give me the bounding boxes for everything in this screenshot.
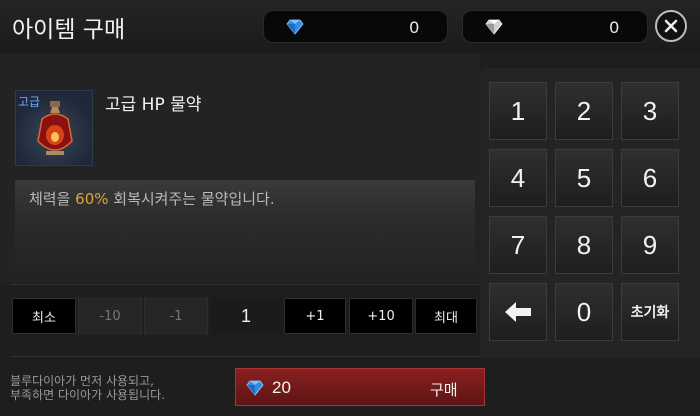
payment-note-line-1: 블루다이아가 먼저 사용되고, xyxy=(10,374,154,388)
buy-label: 구매 xyxy=(430,381,458,399)
keypad-key-2[interactable]: 2 xyxy=(555,82,613,140)
payment-note-line-2: 부족하면 다이아가 사용됩니다. xyxy=(10,388,165,402)
keypad-key-4[interactable]: 4 xyxy=(489,149,547,207)
buy-button[interactable]: 20 구매 xyxy=(235,368,485,406)
close-icon xyxy=(664,19,678,33)
divider xyxy=(10,356,480,357)
plus-10-button[interactable]: +10 xyxy=(349,298,413,334)
window-title: 아이템 구매 xyxy=(12,17,126,43)
quantity-value[interactable]: 1 xyxy=(210,298,282,334)
blue-diamond-icon xyxy=(286,19,304,35)
keypad-key-5[interactable]: 5 xyxy=(555,149,613,207)
description-suffix: 회복시켜주는 물약입니다. xyxy=(108,190,275,208)
divider xyxy=(10,284,480,285)
keypad-key-0[interactable]: 0 xyxy=(555,283,613,341)
white-diamond-icon xyxy=(485,19,503,35)
max-quantity-button[interactable]: 최대 xyxy=(415,298,477,334)
minus-1-button[interactable]: -1 xyxy=(144,298,208,334)
keypad-key-9[interactable]: 9 xyxy=(621,216,679,274)
header-bar: 아이템 구매 0 0 xyxy=(0,0,700,53)
keypad-key-6[interactable]: 6 xyxy=(621,149,679,207)
diamond-balance: 0 xyxy=(462,10,648,43)
keypad-key-8[interactable]: 8 xyxy=(555,216,613,274)
payment-note: 블루다이아가 먼저 사용되고, 부족하면 다이아가 사용됩니다. xyxy=(10,374,165,402)
plus-1-button[interactable]: +1 xyxy=(284,298,346,334)
item-description: 체력을 60% 회복시켜주는 물약입니다. xyxy=(29,188,275,209)
description-prefix: 체력을 xyxy=(29,190,76,208)
item-description-box: 체력을 60% 회복시켜주는 물약입니다. xyxy=(15,180,475,270)
minus-10-button[interactable]: -10 xyxy=(78,298,142,334)
blue-diamond-icon xyxy=(246,380,264,396)
keypad-key-3[interactable]: 3 xyxy=(621,82,679,140)
item-name: 고급 HP 물약 xyxy=(105,95,202,115)
keypad-backspace-button[interactable] xyxy=(489,283,547,341)
buy-price: 20 xyxy=(272,378,291,397)
keypad-key-7[interactable]: 7 xyxy=(489,216,547,274)
keypad-key-1[interactable]: 1 xyxy=(489,82,547,140)
blue-diamond-balance: 0 xyxy=(263,10,448,43)
backspace-arrow-icon xyxy=(505,302,531,322)
close-button[interactable] xyxy=(655,10,687,42)
hp-potion-icon: 고급 xyxy=(15,90,93,166)
min-quantity-button[interactable]: 최소 xyxy=(12,298,76,334)
keypad-reset-button[interactable]: 초기화 xyxy=(621,283,679,341)
diamond-amount: 0 xyxy=(609,18,619,37)
item-grade-label: 고급 xyxy=(18,95,41,109)
blue-diamond-amount: 0 xyxy=(409,18,419,37)
description-highlight: 60% xyxy=(75,190,109,208)
